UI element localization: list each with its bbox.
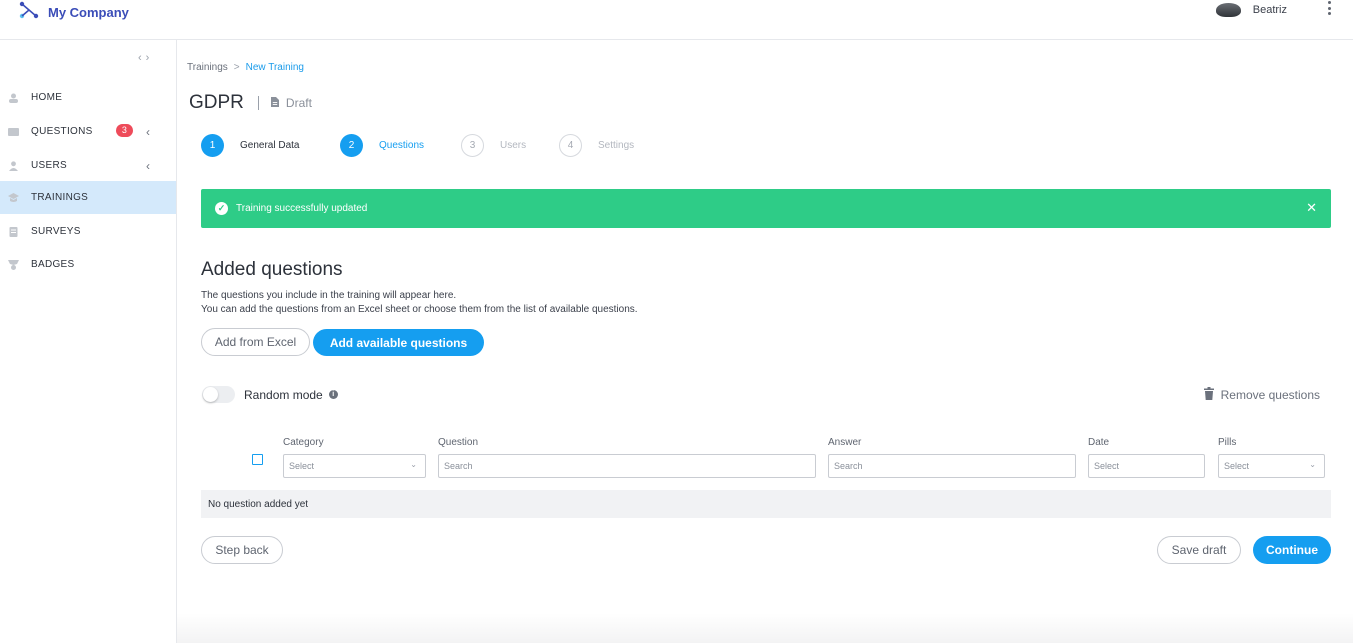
sidebar-item-trainings[interactable]: TRAININGS <box>0 181 176 214</box>
random-mode-row: Random mode i <box>202 386 338 403</box>
chevron-left-icon[interactable]: ‹ <box>146 159 150 173</box>
sidebar: ‹› HOME QUESTIONS 3 ‹ USERS ‹ TRAININGS … <box>0 40 177 643</box>
page-title: GDPR <box>189 92 244 113</box>
page-bottom-shade <box>177 613 1353 643</box>
question-search-input[interactable]: Search <box>438 454 816 478</box>
user-icon <box>8 160 19 171</box>
surveys-icon <box>8 226 19 237</box>
more-options-icon[interactable] <box>1324 0 1334 16</box>
brand[interactable]: My Company <box>18 1 129 24</box>
alert-message: Training successfully updated <box>236 203 368 214</box>
column-header-category: Category <box>283 437 324 448</box>
step-users[interactable]: 3 Users <box>461 134 526 157</box>
random-mode-label: Random mode <box>244 387 323 402</box>
sidebar-item-questions[interactable]: QUESTIONS 3 ‹ <box>0 115 176 148</box>
column-header-answer: Answer <box>828 437 862 448</box>
info-icon[interactable]: i <box>328 390 338 399</box>
answer-search-placeholder: Search <box>834 461 863 471</box>
empty-message: No question added yet <box>208 498 309 510</box>
step-number: 2 <box>340 134 363 157</box>
column-header-pills: Pills <box>1218 437 1237 448</box>
pills-select[interactable]: Select ⌄ <box>1218 454 1325 478</box>
questions-icon <box>8 127 19 137</box>
add-available-questions-button[interactable]: Add available questions <box>313 329 484 356</box>
section-description: The questions you include in the trainin… <box>201 289 638 317</box>
title-row: GDPR Draft <box>189 92 312 114</box>
sidebar-item-label: USERS <box>31 160 67 171</box>
trash-icon <box>1203 387 1214 403</box>
pills-select-value: Select <box>1224 461 1250 471</box>
remove-questions-button[interactable]: Remove questions <box>1203 387 1320 403</box>
sidebar-collapse-icon[interactable]: ‹› <box>138 52 153 64</box>
random-mode-toggle[interactable] <box>202 386 235 403</box>
step-label: Questions <box>379 140 425 151</box>
sidebar-item-label: SURVEYS <box>31 226 81 237</box>
sidebar-item-label: TRAININGS <box>31 192 89 203</box>
description-line: You can add the questions from an Excel … <box>201 304 638 315</box>
category-select-value: Select <box>289 461 315 471</box>
step-questions[interactable]: 2 Questions <box>340 134 424 157</box>
document-icon <box>270 96 279 110</box>
step-label: Settings <box>598 140 635 151</box>
step-number: 4 <box>559 134 582 157</box>
avatar <box>1215 3 1241 17</box>
description-line: The questions you include in the trainin… <box>201 290 457 301</box>
date-select-value: Select <box>1094 461 1120 471</box>
select-all-checkbox[interactable] <box>252 454 263 465</box>
breadcrumb-trainings[interactable]: Trainings <box>187 62 228 73</box>
column-header-date: Date <box>1088 437 1110 448</box>
sidebar-item-home[interactable]: HOME <box>0 81 176 114</box>
check-circle-icon: ✓ <box>215 202 228 215</box>
step-number: 3 <box>461 134 484 157</box>
breadcrumb-current: New Training <box>245 62 304 73</box>
sidebar-item-label: QUESTIONS <box>31 126 93 137</box>
questions-count-badge: 3 <box>116 124 133 137</box>
title-divider <box>257 96 259 110</box>
remove-questions-label: Remove questions <box>1220 388 1320 402</box>
chevron-left-icon[interactable]: ‹ <box>146 125 150 139</box>
status-text: Draft <box>285 96 312 110</box>
top-bar: My Company Beatriz <box>0 0 1353 40</box>
chevron-down-icon: ⌄ <box>410 460 417 469</box>
badges-icon <box>8 259 19 270</box>
empty-table-row: No question added yet <box>201 490 1331 518</box>
step-number: 1 <box>201 134 224 157</box>
step-label: Users <box>500 140 527 151</box>
step-back-button[interactable]: Step back <box>201 536 283 564</box>
sidebar-item-users[interactable]: USERS ‹ <box>0 149 176 182</box>
category-select[interactable]: Select ⌄ <box>283 454 426 478</box>
step-label: General Data <box>240 140 300 151</box>
breadcrumb-separator: > <box>233 62 240 73</box>
status-badge: Draft <box>270 96 312 110</box>
breadcrumb: Trainings > New Training <box>187 62 304 73</box>
continue-button[interactable]: Continue <box>1253 536 1331 564</box>
logo-icon <box>18 1 40 24</box>
column-header-question: Question <box>438 437 479 448</box>
save-draft-button[interactable]: Save draft <box>1157 536 1241 564</box>
close-icon[interactable]: ✕ <box>1306 200 1317 216</box>
user-name: Beatriz <box>1252 4 1287 16</box>
step-general-data[interactable]: 1 General Data <box>201 134 299 157</box>
main-content: Trainings > New Training GDPR Draft 1 Ge… <box>177 40 1353 643</box>
sidebar-item-label: HOME <box>31 92 63 103</box>
trainings-icon <box>8 192 19 203</box>
sidebar-item-surveys[interactable]: SURVEYS <box>0 215 176 248</box>
brand-name: My Company <box>48 5 129 20</box>
step-settings[interactable]: 4 Settings <box>559 134 634 157</box>
sidebar-item-badges[interactable]: BADGES <box>0 248 176 281</box>
user-menu[interactable]: Beatriz <box>1215 3 1287 17</box>
success-alert: ✓ Training successfully updated ✕ <box>201 189 1331 228</box>
chevron-down-icon: ⌄ <box>1309 460 1316 469</box>
home-icon <box>8 93 19 103</box>
section-heading: Added questions <box>201 259 343 280</box>
answer-search-input[interactable]: Search <box>828 454 1076 478</box>
add-from-excel-button[interactable]: Add from Excel <box>201 328 310 356</box>
date-select[interactable]: Select <box>1088 454 1205 478</box>
sidebar-item-label: BADGES <box>31 259 75 270</box>
question-search-placeholder: Search <box>444 461 473 471</box>
